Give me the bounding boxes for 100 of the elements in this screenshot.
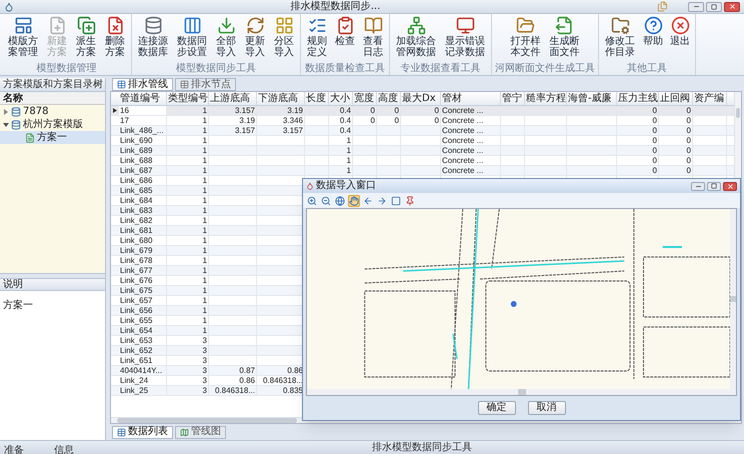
- ribbon-button[interactable]: 连接源数据库: [135, 16, 171, 63]
- column-header[interactable]: 类型编号: [167, 92, 209, 105]
- table-cell-text: 0: [652, 146, 658, 156]
- table-row[interactable]: Link_690 1 1 Concrete ... 0 0: [111, 136, 734, 146]
- ribbon-button[interactable]: 退出: [668, 16, 692, 63]
- tool-button[interactable]: [362, 194, 374, 206]
- table-row[interactable]: Link_688 1 1 Concrete ... 0 0: [111, 156, 734, 166]
- ribbon-button[interactable]: 派生方案: [73, 16, 99, 63]
- template-icon: [14, 16, 32, 35]
- table-cell-text: 1: [346, 136, 352, 146]
- tool-button[interactable]: [348, 194, 360, 206]
- table-cell-text: 0: [370, 106, 376, 116]
- tool-button[interactable]: [376, 194, 388, 206]
- table-cell-text: 1: [202, 186, 208, 196]
- table-icon: [180, 80, 189, 89]
- column-header[interactable]: 管道编号: [119, 92, 167, 105]
- column-header[interactable]: 高度: [377, 92, 401, 105]
- close-button[interactable]: [723, 182, 737, 190]
- close-button[interactable]: [724, 2, 740, 12]
- table-cell-text: Link_656: [119, 306, 154, 316]
- table-row[interactable]: 16 1 3.157 3.19 0.4 0 0 0 Concrete ... 0 0: [111, 106, 734, 116]
- column-header[interactable]: 大小: [329, 92, 353, 105]
- column-header[interactable]: 糙率方程: [525, 92, 567, 105]
- tree-item[interactable]: 杭州方案模版: [0, 118, 105, 131]
- column-header[interactable]: 宽度: [353, 92, 377, 105]
- column-header[interactable]: 止回阀: [659, 92, 693, 105]
- column-header[interactable]: 管宁: [501, 92, 525, 105]
- status-text: 准备: [4, 444, 24, 454]
- column-header[interactable]: 资产编: [693, 92, 727, 105]
- tool-button[interactable]: [404, 194, 416, 206]
- table-cell-text: Link_683: [119, 206, 154, 216]
- forward-arrow-icon: [377, 196, 387, 206]
- expander-icon[interactable]: [3, 122, 9, 128]
- table-row[interactable]: 17 1 3.19 3.346 0.4 0 0 0 Concrete ... 0 0: [111, 116, 734, 126]
- tab[interactable]: 排水管线: [112, 78, 173, 91]
- table-cell-text: 17: [119, 116, 130, 126]
- ribbon-button[interactable]: 查看日志: [360, 16, 386, 63]
- table-cell-text: 0: [652, 126, 658, 136]
- ribbon-button[interactable]: 删除方案: [102, 16, 128, 63]
- table-cell-text: 0: [652, 116, 658, 126]
- column-header[interactable]: 上游底高: [209, 92, 257, 105]
- tree-item[interactable]: 方案一: [0, 131, 105, 144]
- ribbon-button[interactable]: 加载综合管网数据: [393, 16, 439, 63]
- table-cell-text: Concrete ...: [441, 146, 484, 156]
- column-header[interactable]: 最大Dx: [401, 92, 441, 105]
- table-cell-text: 0.86: [238, 376, 256, 386]
- table-cell-text: 4040414Y...: [119, 366, 164, 376]
- checklist-icon: [308, 16, 326, 35]
- dialog-button[interactable]: 取消: [528, 401, 566, 415]
- table-cell-text: 1: [202, 316, 208, 326]
- table-cell-text: Link_689: [119, 146, 154, 156]
- column-header[interactable]: 压力主线: [617, 92, 659, 105]
- table-cell-text: 3: [202, 356, 208, 366]
- ribbon-button[interactable]: 规则定义: [304, 16, 330, 63]
- tree-item[interactable]: 7878: [0, 105, 105, 118]
- ribbon-button[interactable]: 模版方案管理: [5, 16, 41, 63]
- maximize-icon: [711, 183, 717, 189]
- ribbon-button[interactable]: 分区导入: [271, 16, 297, 63]
- table-cell-text: 1: [202, 266, 208, 276]
- table-cell-text: 1: [202, 126, 208, 136]
- column-header[interactable]: 管材: [441, 92, 501, 105]
- vertical-scrollbar[interactable]: [730, 209, 736, 389]
- ribbon-button[interactable]: 帮助: [641, 16, 665, 63]
- tool-button[interactable]: [320, 194, 332, 206]
- ribbon-button[interactable]: 数据同步设置: [174, 16, 210, 63]
- tab[interactable]: 管线图: [175, 426, 226, 438]
- table-cell-text: 0: [652, 156, 658, 166]
- tool-button[interactable]: [390, 194, 402, 206]
- maximize-button[interactable]: [707, 182, 721, 190]
- table-cell-text: 1: [202, 176, 208, 186]
- table-row[interactable]: Link_689 1 1 Concrete ... 0 0: [111, 146, 734, 156]
- column-header[interactable]: 海曾-威廉: [567, 92, 617, 105]
- ribbon-button[interactable]: 显示错误记录数据: [442, 16, 488, 63]
- ribbon-button[interactable]: 全部导入: [213, 16, 239, 63]
- expander-icon[interactable]: [3, 108, 9, 114]
- minimize-button[interactable]: [688, 2, 704, 12]
- table-cell-text: 0: [652, 166, 658, 176]
- tab[interactable]: 排水节点: [175, 78, 236, 91]
- maximize-button[interactable]: [706, 2, 722, 12]
- ribbon-button[interactable]: 更新导入: [242, 16, 268, 63]
- tool-button[interactable]: [306, 194, 318, 206]
- horizontal-scrollbar[interactable]: [307, 389, 736, 395]
- column-header[interactable]: 下游底高: [257, 92, 305, 105]
- ribbon-button[interactable]: 修改工作目录: [602, 16, 638, 63]
- ribbon-button[interactable]: 检查: [333, 16, 357, 63]
- file-output-icon: [555, 16, 574, 35]
- table-cell-text: Link_676: [119, 276, 154, 286]
- ribbon-button[interactable]: 打开样本文件: [508, 16, 544, 63]
- ribbon-button[interactable]: 生成断面文件: [546, 16, 582, 63]
- table-cell-text: Link_653: [119, 336, 154, 346]
- table-row[interactable]: Link_687 1 1 Concrete ... 0 0: [111, 166, 734, 176]
- tool-button[interactable]: [334, 194, 346, 206]
- map-icon: [180, 428, 189, 436]
- table-cell-text: 1: [202, 286, 208, 296]
- tab[interactable]: 数据列表: [112, 426, 173, 438]
- minimize-button[interactable]: [691, 182, 705, 190]
- dialog-button[interactable]: 确定: [478, 401, 516, 415]
- table-cell-text: 16: [119, 106, 130, 116]
- table-row[interactable]: Link_486_... 1 3.157 3.157 0.4 Concrete ... 0 0: [111, 126, 734, 136]
- column-header[interactable]: 长度: [305, 92, 329, 105]
